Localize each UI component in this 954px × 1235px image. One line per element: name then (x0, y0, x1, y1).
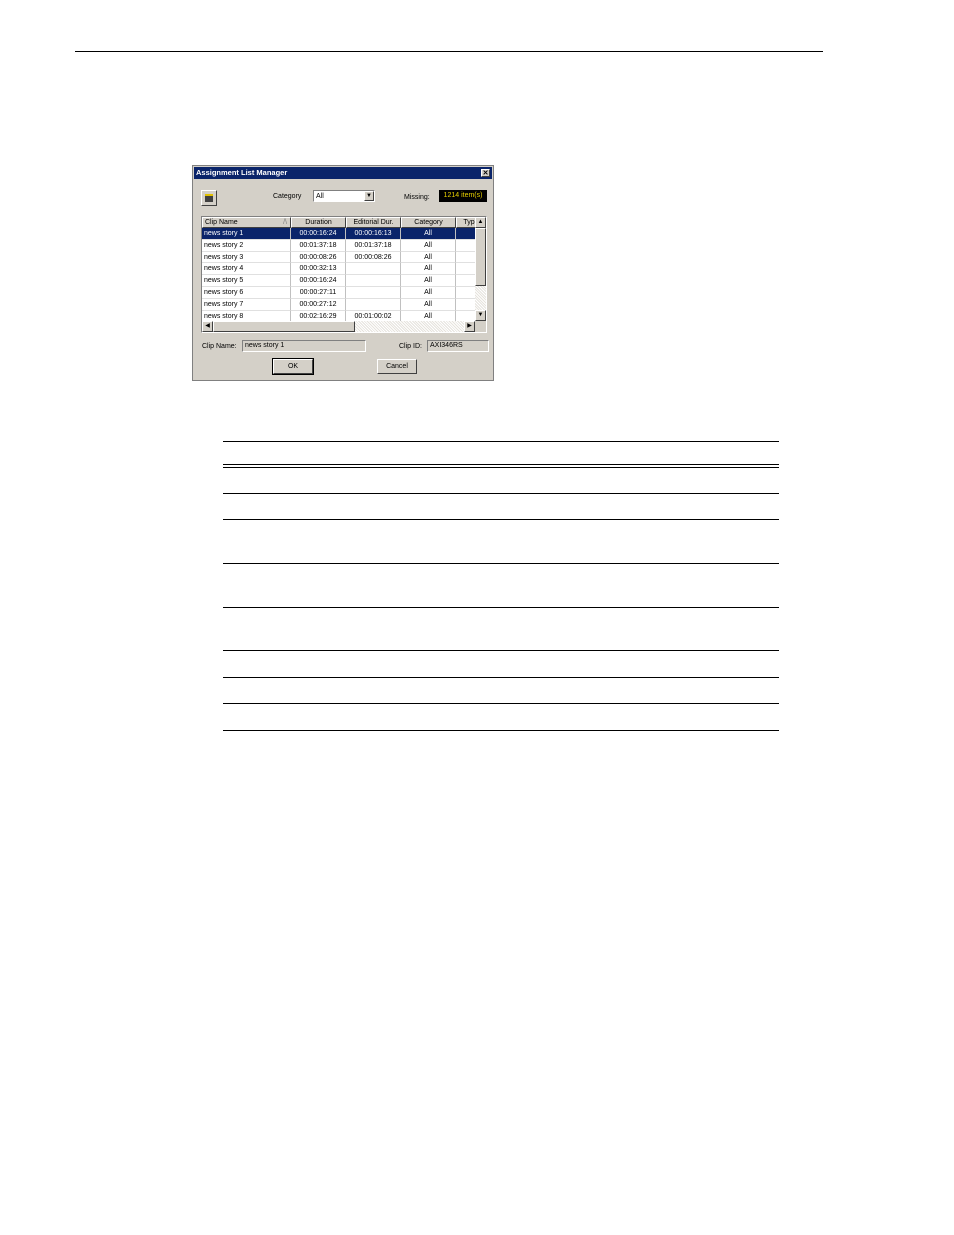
column-header-label: Editorial Dur. (353, 219, 394, 226)
table-cell: news story 2 (202, 239, 291, 252)
horizontal-scrollbar[interactable]: ◀ ▶ (202, 321, 475, 332)
scroll-up-button[interactable]: ▲ (475, 217, 486, 228)
assignment-list-manager-dialog: Assignment List Manager ✕ Category All ▼… (192, 165, 494, 381)
table-rule (223, 493, 779, 494)
table-cell: news story 1 (202, 228, 291, 240)
table-cell: All (401, 275, 456, 287)
table-row[interactable]: news story 3 00:00:08:26 00:00:08:26 All (202, 251, 482, 264)
ok-button[interactable]: OK (272, 358, 314, 375)
clip-list-tool-button[interactable] (201, 190, 217, 206)
column-header-label: Duration (305, 219, 332, 226)
chevron-down-icon[interactable]: ▼ (364, 191, 374, 201)
missing-label: Missing: (404, 194, 430, 201)
table-cell: 00:00:27:12 (291, 298, 346, 311)
table-cell: 00:00:27:11 (291, 286, 346, 299)
table-cell: news story 3 (202, 251, 291, 264)
table-row[interactable]: news story 6 00:00:27:11 All (202, 286, 482, 299)
table-rule (223, 677, 779, 678)
table-row[interactable]: news story 1 00:00:16:24 00:00:16:13 All (202, 228, 482, 240)
cancel-button[interactable]: Cancel (377, 359, 417, 374)
clip-id-label: Clip ID: (399, 343, 422, 350)
close-icon: ✕ (482, 170, 489, 177)
table-cell: 00:01:37:18 (291, 239, 346, 252)
clip-database-icon (205, 194, 213, 202)
page-header-rule (75, 51, 823, 52)
table-cell: news story 4 (202, 263, 291, 276)
table-cell: news story 6 (202, 286, 291, 299)
table-rule (223, 650, 779, 651)
dialog-titlebar[interactable]: Assignment List Manager ✕ (194, 167, 492, 179)
table-cell: 00:01:37:18 (346, 239, 401, 252)
column-header[interactable]: Duration (291, 217, 346, 228)
sort-ascending-icon: /\ (283, 219, 287, 226)
table-cell: 00:00:08:26 (346, 251, 401, 264)
missing-count-badge: 1214 item(s) (439, 190, 487, 202)
category-dropdown-value: All (316, 193, 324, 200)
table-cell (346, 298, 401, 311)
table-cell: 00:00:16:13 (346, 228, 401, 240)
table-cell: 00:00:08:26 (291, 251, 346, 264)
table-cell (346, 286, 401, 299)
table-cell: news story 5 (202, 275, 291, 287)
table-cell (346, 275, 401, 287)
scroll-left-button[interactable]: ◀ (202, 321, 213, 332)
scrollbar-corner (475, 321, 486, 332)
table-cell: All (401, 251, 456, 264)
column-header-label: Category (414, 219, 443, 226)
table-cell: All (401, 298, 456, 311)
column-header-label: Typ (463, 219, 475, 226)
list-rows: news story 1 00:00:16:24 00:00:16:13 All new… (202, 228, 482, 323)
dialog-title: Assignment List Manager (196, 168, 288, 177)
category-dropdown[interactable]: All ▼ (313, 190, 375, 202)
table-cell: All (401, 228, 456, 240)
table-cell: All (401, 286, 456, 299)
vertical-scroll-thumb[interactable] (475, 228, 486, 286)
table-row[interactable]: news story 7 00:00:27:12 All (202, 298, 482, 311)
scroll-down-button[interactable]: ▼ (475, 310, 486, 321)
table-cell: news story 7 (202, 298, 291, 311)
table-rule (223, 464, 779, 465)
scroll-right-button[interactable]: ▶ (464, 321, 475, 332)
table-cell (346, 263, 401, 276)
table-cell: All (401, 239, 456, 252)
column-header[interactable]: Clip Name /\ (202, 217, 291, 228)
table-rule (223, 703, 779, 704)
table-rule (223, 467, 779, 468)
table-rule (223, 441, 779, 442)
table-rule (223, 519, 779, 520)
clip-id-field[interactable]: AXI346RS (427, 340, 489, 352)
clip-list-view[interactable]: Clip Name /\ Duration Editorial Dur. Categor… (201, 216, 487, 333)
column-header-label: Clip Name (205, 219, 238, 226)
table-row[interactable]: news story 2 00:01:37:18 00:01:37:18 All (202, 239, 482, 252)
column-header[interactable]: Editorial Dur. (346, 217, 401, 228)
table-cell: 00:00:16:24 (291, 275, 346, 287)
close-button[interactable]: ✕ (481, 169, 490, 177)
table-rule (223, 607, 779, 608)
vertical-scrollbar[interactable]: ▲ ▼ (475, 217, 486, 321)
table-row[interactable]: news story 5 00:00:16:24 All (202, 275, 482, 287)
table-rule (223, 563, 779, 564)
list-header: Clip Name /\ Duration Editorial Dur. Categor… (202, 217, 482, 228)
clip-name-field[interactable]: news story 1 (242, 340, 366, 352)
table-cell: 00:00:16:24 (291, 228, 346, 240)
table-row[interactable]: news story 4 00:00:32:13 All (202, 263, 482, 276)
table-cell: All (401, 263, 456, 276)
horizontal-scroll-thumb[interactable] (213, 321, 355, 332)
table-rule (223, 730, 779, 731)
table-cell: 00:00:32:13 (291, 263, 346, 276)
clip-name-label: Clip Name: (202, 343, 237, 350)
category-label: Category (273, 193, 302, 200)
column-header[interactable]: Category (401, 217, 456, 228)
